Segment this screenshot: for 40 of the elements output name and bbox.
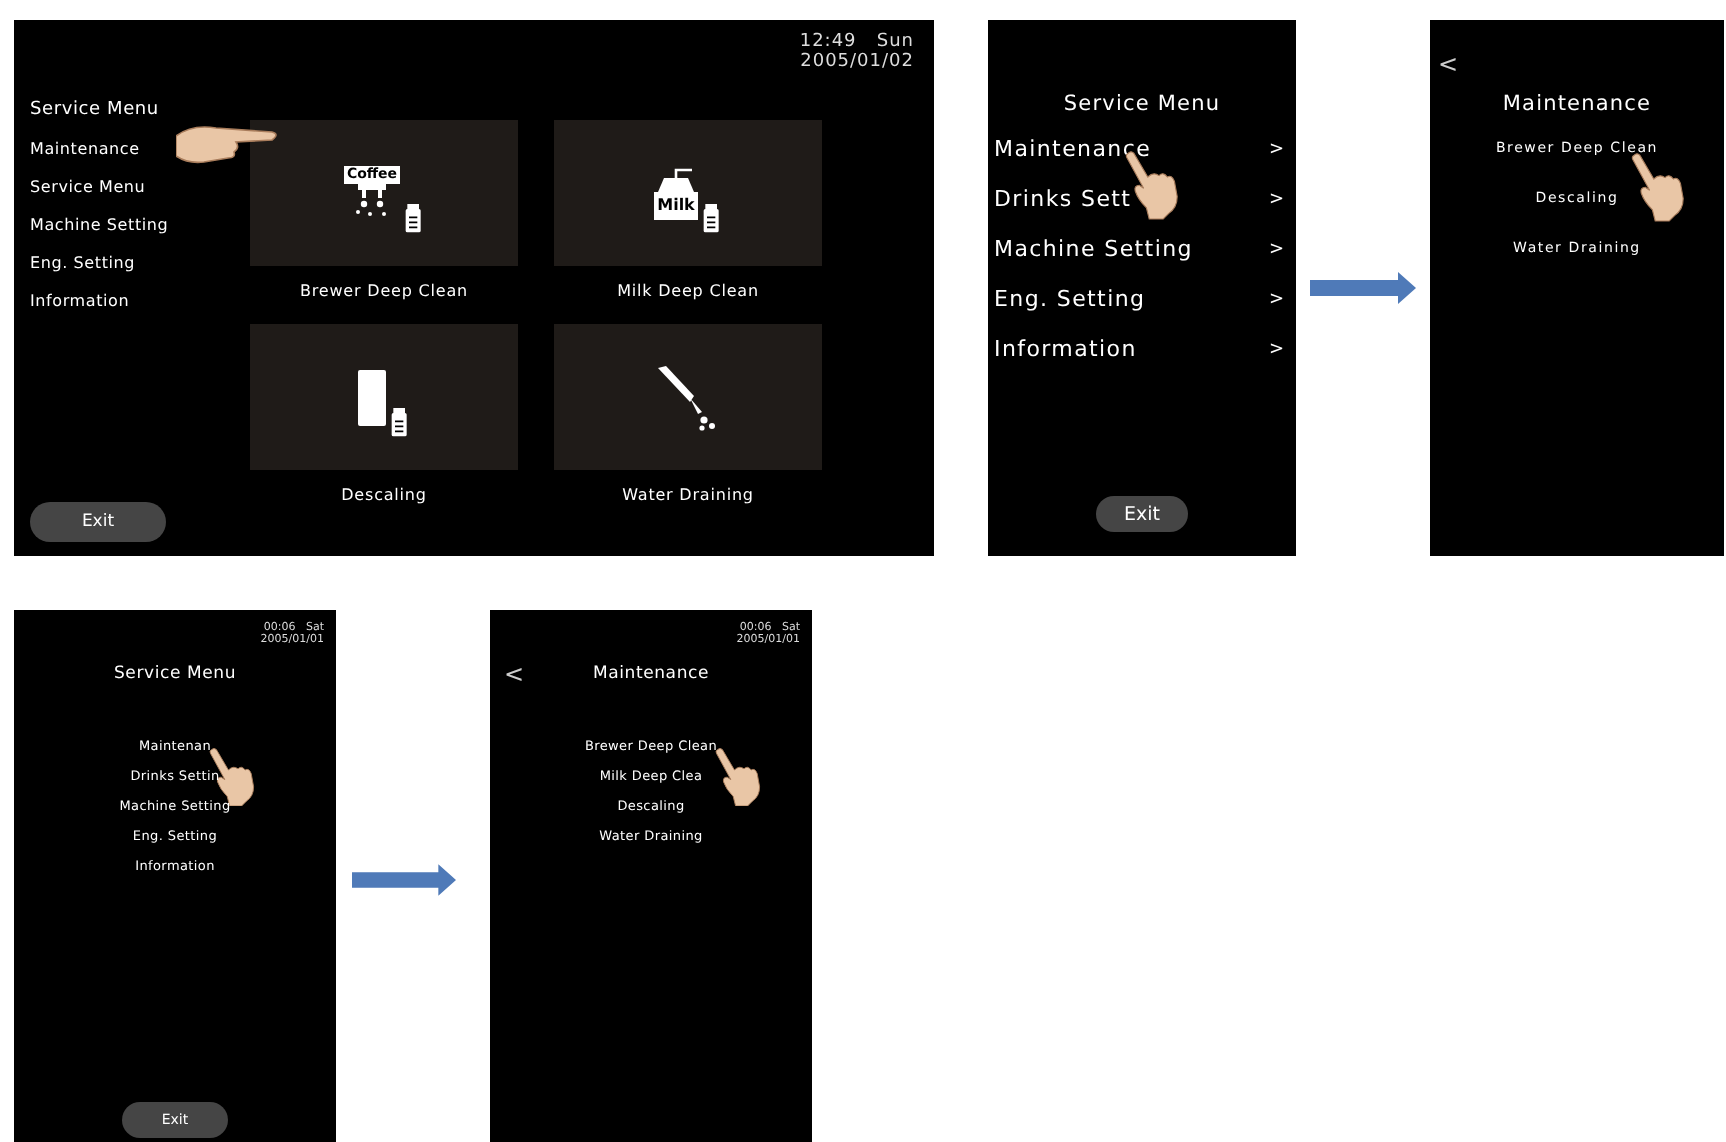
menu-item[interactable]: Drinks Sett bbox=[994, 184, 1132, 216]
menu-item[interactable]: Machine Setting bbox=[30, 214, 169, 238]
clock-time: 12:49 Sun bbox=[799, 32, 914, 52]
flow-arrow bbox=[352, 864, 456, 896]
tile-label: Milk Deep Clean bbox=[617, 282, 759, 304]
chevron-icon: > bbox=[1268, 190, 1284, 210]
menu-item[interactable]: Information bbox=[30, 290, 130, 314]
tile-label: Brewer Deep Clean bbox=[300, 282, 468, 304]
carton-top-icon bbox=[653, 167, 698, 191]
menu-item[interactable]: Information bbox=[994, 334, 1137, 366]
back-button[interactable]: < bbox=[1438, 50, 1459, 78]
descaler-bag-icon bbox=[358, 369, 386, 425]
chevron-icon: > bbox=[1268, 290, 1284, 310]
exit-button[interactable]: Exit bbox=[1096, 496, 1188, 532]
exit-button[interactable]: Exit bbox=[30, 502, 166, 542]
container-icon bbox=[390, 408, 410, 438]
container-icon bbox=[403, 204, 424, 234]
menu-item[interactable]: Service Menu bbox=[30, 176, 146, 200]
container-icon bbox=[702, 204, 723, 234]
menu-tile[interactable] bbox=[250, 324, 518, 470]
menu-title: Service Menu bbox=[30, 100, 159, 120]
chevron-icon: > bbox=[1268, 140, 1284, 160]
clock-date: 2005/01/02 bbox=[800, 52, 914, 74]
flow-arrow bbox=[1310, 272, 1416, 304]
menu-tile[interactable] bbox=[554, 324, 822, 470]
menu-item[interactable]: Eng. Setting bbox=[994, 284, 1146, 316]
menu-item[interactable]: Machine Setting bbox=[994, 234, 1193, 266]
chevron-icon: > bbox=[1268, 340, 1284, 360]
menu-tile[interactable]: Milk bbox=[554, 120, 822, 266]
menu-item[interactable]: Maintenance bbox=[30, 138, 140, 162]
chevron-icon: > bbox=[1268, 240, 1284, 260]
screen-title: Service Menu bbox=[113, 664, 237, 684]
screen-title: Maintenance bbox=[592, 664, 710, 684]
back-button[interactable]: < bbox=[504, 660, 525, 688]
screen-title: Service Menu bbox=[1063, 92, 1221, 116]
tile-label: Water Draining bbox=[622, 486, 754, 508]
tile-label: Descaling bbox=[341, 486, 427, 508]
screen-title: Maintenance bbox=[1502, 92, 1652, 116]
menu-item[interactable]: Eng. Setting bbox=[30, 252, 136, 276]
menu-item[interactable]: Maintenance bbox=[994, 134, 1152, 166]
